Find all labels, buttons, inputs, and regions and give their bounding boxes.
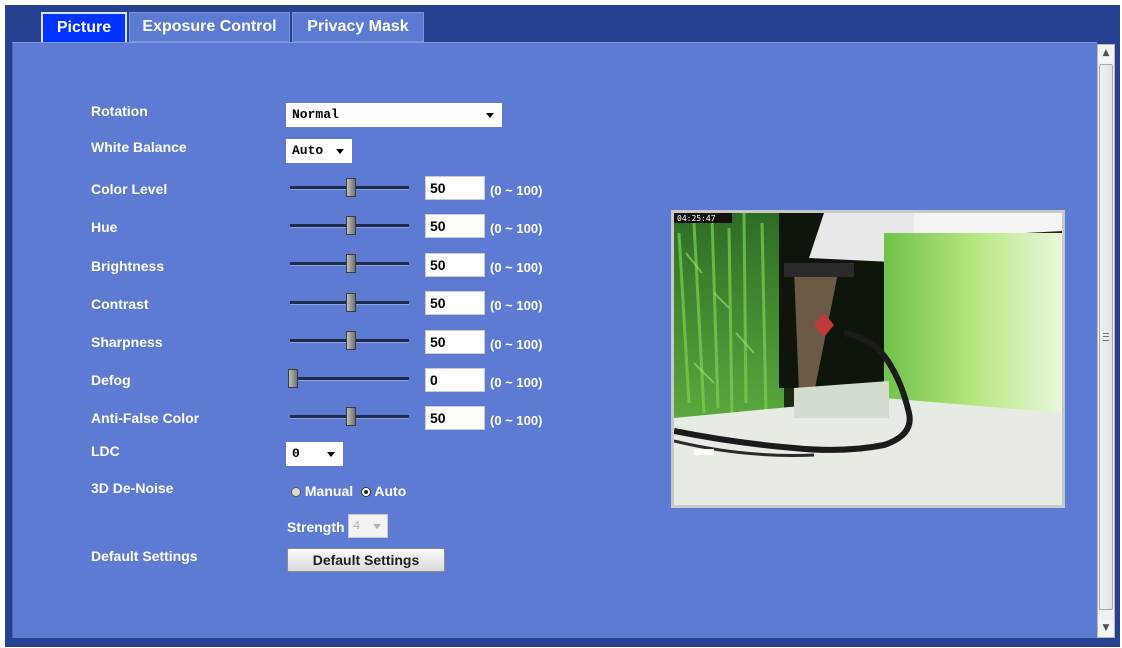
grip-icon (1103, 333, 1109, 341)
sharpness-input[interactable]: 50 (425, 330, 485, 354)
strength-select[interactable]: 4 (348, 514, 388, 538)
slider-handle[interactable] (345, 331, 356, 350)
hue-slider[interactable] (286, 215, 413, 237)
chevron-down-icon (336, 149, 344, 154)
slider-handle[interactable] (345, 178, 356, 197)
anti-false-color-slider[interactable] (286, 406, 413, 428)
ldc-select[interactable]: 0 (286, 442, 343, 466)
tab-picture[interactable]: Picture (41, 12, 127, 42)
scroll-thumb[interactable] (1099, 64, 1113, 610)
defog-slider[interactable] (286, 368, 413, 390)
ldc-label: LDC (91, 443, 120, 459)
rotation-value: Normal (292, 107, 339, 122)
chevron-down-icon (327, 452, 335, 457)
defog-label: Defog (91, 372, 131, 388)
slider-track (290, 377, 409, 381)
slider-handle[interactable] (345, 254, 356, 273)
contrast-slider[interactable] (286, 292, 413, 314)
hue-range: (0 ~ 100) (490, 221, 543, 236)
chevron-down-icon (486, 113, 494, 118)
white-balance-label: White Balance (91, 139, 187, 155)
radio-manual[interactable] (291, 487, 301, 497)
default-settings-label: Default Settings (91, 548, 198, 564)
color-level-label: Color Level (91, 181, 168, 197)
radio-auto[interactable] (361, 487, 372, 497)
camera-frame-image: 04:25:47 (674, 213, 1062, 505)
slider-handle[interactable] (345, 407, 356, 426)
defog-range: (0 ~ 100) (490, 375, 543, 390)
rotation-select[interactable]: Normal (286, 103, 502, 127)
sharpness-slider[interactable] (286, 330, 413, 352)
white-balance-select[interactable]: Auto (286, 139, 352, 163)
color-level-range: (0 ~ 100) (490, 183, 543, 198)
contrast-range: (0 ~ 100) (490, 298, 543, 313)
slider-handle[interactable] (345, 216, 356, 235)
tab-privacy-mask[interactable]: Privacy Mask (292, 12, 424, 42)
brightness-range: (0 ~ 100) (490, 260, 543, 275)
sharpness-label: Sharpness (91, 334, 163, 350)
slider-handle[interactable] (288, 369, 298, 388)
chevron-down-icon (373, 524, 381, 529)
scroll-up-button[interactable]: ▲ (1098, 45, 1114, 62)
scroll-down-button[interactable]: ▼ (1098, 620, 1114, 637)
default-settings-button[interactable]: Default Settings (287, 548, 445, 572)
preview-timestamp: 04:25:47 (677, 214, 716, 223)
brightness-slider[interactable] (286, 253, 413, 275)
radio-manual-label: Manual (304, 483, 354, 499)
ldc-value: 0 (292, 446, 300, 461)
denoise-label: 3D De-Noise (91, 480, 174, 496)
contrast-label: Contrast (91, 296, 149, 312)
rotation-label: Rotation (91, 103, 148, 119)
defog-input[interactable]: 0 (425, 368, 485, 392)
camera-preview: 04:25:47 (671, 210, 1065, 508)
strength-value: 4 (353, 519, 361, 533)
tab-exposure-control[interactable]: Exposure Control (129, 12, 290, 42)
white-balance-value: Auto (292, 143, 324, 158)
contrast-input[interactable]: 50 (425, 291, 485, 315)
radio-auto-label: Auto (374, 483, 407, 499)
slider-handle[interactable] (345, 293, 356, 312)
vertical-scrollbar[interactable]: ▲ ▼ (1097, 44, 1115, 638)
hue-input[interactable]: 50 (425, 214, 485, 238)
brightness-input[interactable]: 50 (425, 253, 485, 277)
hue-label: Hue (91, 219, 118, 235)
anti-false-color-range: (0 ~ 100) (490, 413, 543, 428)
strength-label: Strength (287, 519, 345, 535)
anti-false-color-input[interactable]: 50 (425, 406, 485, 430)
denoise-mode-group: Manual Auto (291, 483, 406, 499)
color-level-slider[interactable] (286, 177, 413, 199)
brightness-label: Brightness (91, 258, 165, 274)
color-level-input[interactable]: 50 (425, 176, 485, 200)
anti-false-color-label: Anti-False Color (91, 410, 200, 426)
sharpness-range: (0 ~ 100) (490, 337, 543, 352)
